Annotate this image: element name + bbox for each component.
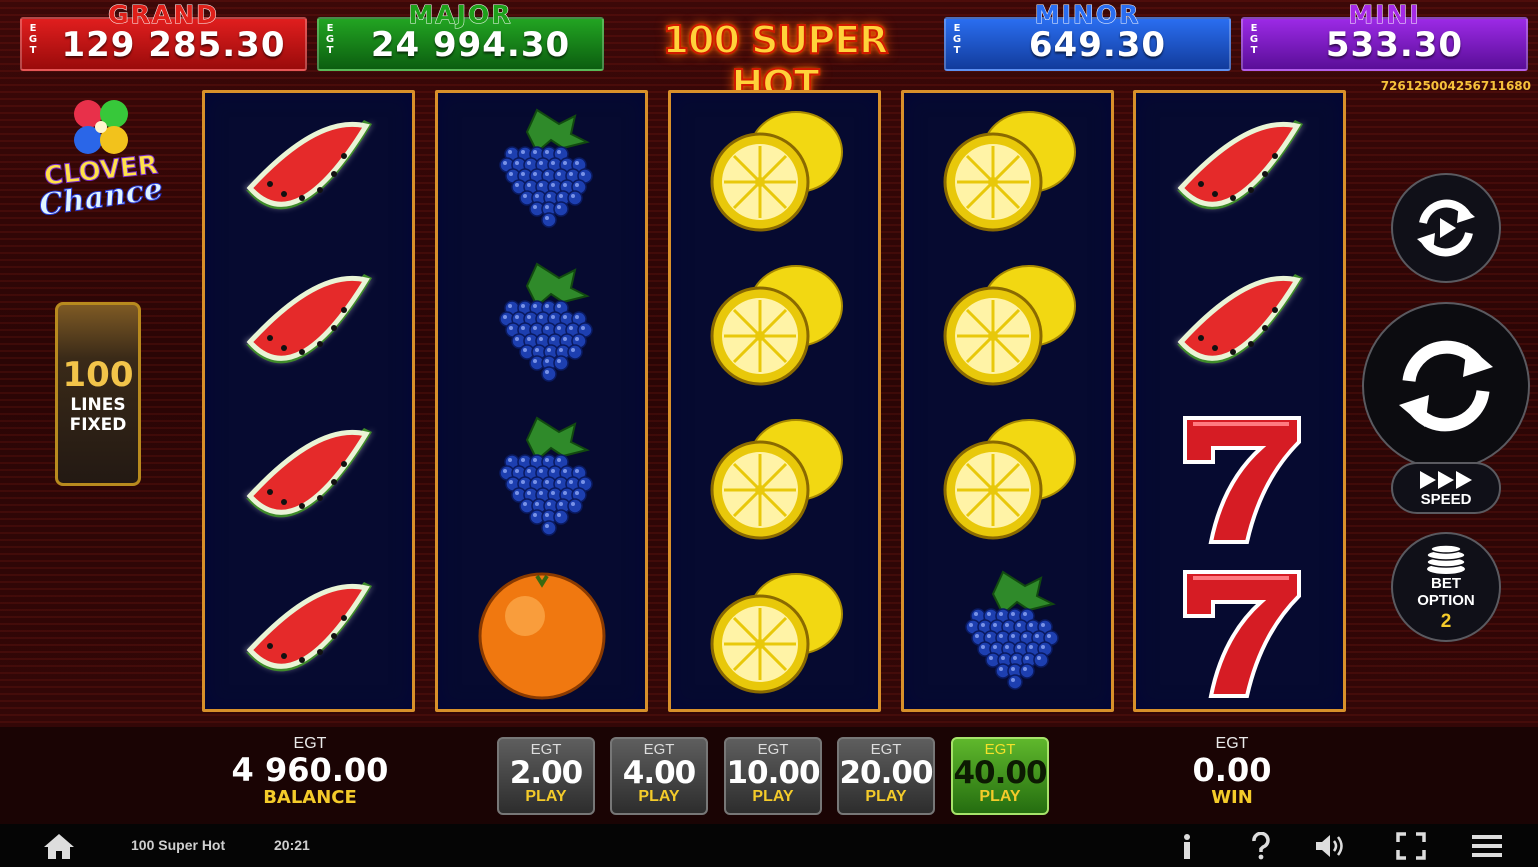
- reel-3: [668, 90, 881, 712]
- home-icon[interactable]: [42, 832, 76, 860]
- help-icon[interactable]: [1244, 832, 1278, 860]
- grapes-icon: [904, 557, 1111, 711]
- fullscreen-icon[interactable]: [1394, 832, 1428, 860]
- watermelon-icon: [1136, 95, 1343, 249]
- seven-icon: [1136, 557, 1343, 711]
- grapes-icon: [438, 95, 645, 249]
- lemon-icon: [671, 557, 878, 711]
- bet-button-5[interactable]: EGT 40.00 PLAY: [951, 737, 1049, 815]
- jackpot-major-value: 24 994.30: [370, 25, 571, 65]
- egt-logo: E G T: [325, 23, 335, 56]
- lemon-icon: [671, 403, 878, 557]
- win-label: WIN: [1211, 787, 1253, 808]
- status-time: 20:21: [274, 837, 310, 853]
- lemon-icon: [904, 249, 1111, 403]
- lines-label-1: LINES: [70, 395, 126, 415]
- speed-label: SPEED: [1420, 490, 1472, 508]
- lines-fixed-panel: 100 LINES FIXED: [55, 302, 141, 486]
- bet-option-button[interactable]: BET OPTION 2: [1391, 532, 1501, 642]
- bet-option-label-2: OPTION: [1417, 591, 1475, 609]
- balance-value: 4 960.00: [231, 751, 389, 789]
- jackpot-grand-value: 129 285.30: [61, 25, 286, 65]
- grapes-icon: [438, 403, 645, 557]
- game-title-logo: 100 SUPER HOT: [662, 17, 890, 107]
- bet-value: 4.00: [622, 755, 697, 791]
- coins-icon: [1426, 544, 1466, 574]
- status-bar: 100 Super Hot 20:21: [0, 824, 1538, 867]
- bet-value: 40.00: [953, 755, 1047, 791]
- lemon-icon: [904, 95, 1111, 249]
- watermelon-icon: [205, 403, 412, 557]
- clover-chance-logo: CLOVER Chance: [37, 96, 168, 226]
- reel-1: [202, 90, 415, 712]
- lemon-icon: [904, 403, 1111, 557]
- watermelon-icon: [1136, 249, 1343, 403]
- bet-value: 2.00: [509, 755, 584, 791]
- seven-icon: [1136, 403, 1343, 557]
- orange-icon: [438, 557, 645, 711]
- win-value: 0.00: [1192, 751, 1272, 789]
- jackpot-mini-value: 533.30: [1325, 25, 1464, 65]
- grapes-icon: [438, 249, 645, 403]
- reel-2: [435, 90, 648, 712]
- autoplay-button[interactable]: [1391, 173, 1501, 283]
- reel-5: [1133, 90, 1346, 712]
- reel-4: [901, 90, 1114, 712]
- menu-icon[interactable]: [1470, 832, 1504, 860]
- bet-button-2[interactable]: EGT 4.00 PLAY: [610, 737, 708, 815]
- info-icon[interactable]: [1170, 832, 1204, 860]
- spin-icon: [1399, 340, 1493, 432]
- game-stage: GRAND E G T 129 285.30 MAJOR E G T 24 99…: [0, 0, 1538, 727]
- bet-value: 20.00: [839, 755, 933, 791]
- jackpot-grand: GRAND E G T 129 285.30: [20, 0, 307, 71]
- sound-icon[interactable]: [1314, 832, 1348, 860]
- status-game-name: 100 Super Hot: [131, 837, 226, 853]
- serial-number: 726125004256711680: [1380, 79, 1531, 93]
- bet-option-value: 2: [1440, 610, 1452, 632]
- speed-button[interactable]: SPEED: [1391, 462, 1501, 514]
- spin-button[interactable]: [1362, 302, 1530, 470]
- bet-option-label-1: BET: [1431, 574, 1461, 592]
- balance-display: EGT 4 960.00 BALANCE: [210, 735, 410, 808]
- bet-button-4[interactable]: EGT 20.00 PLAY: [837, 737, 935, 815]
- jackpot-minor-value: 649.30: [1028, 25, 1167, 65]
- bet-value: 10.00: [726, 755, 820, 791]
- jackpot-major: MAJOR E G T 24 994.30: [317, 0, 604, 71]
- lemon-icon: [671, 249, 878, 403]
- fast-forward-icon: [1420, 470, 1472, 489]
- lines-count: 100: [62, 355, 134, 395]
- egt-logo: E G T: [1249, 23, 1259, 56]
- bet-button-3[interactable]: EGT 10.00 PLAY: [724, 737, 822, 815]
- autoplay-icon: [1417, 199, 1475, 257]
- lines-label-2: FIXED: [69, 415, 127, 435]
- watermelon-icon: [205, 95, 412, 249]
- lemon-icon: [671, 95, 878, 249]
- watermelon-icon: [205, 249, 412, 403]
- balance-label: BALANCE: [263, 787, 357, 808]
- egt-logo: E G T: [952, 23, 962, 56]
- jackpot-mini: MINI E G T 533.30: [1241, 0, 1528, 71]
- jackpot-minor: MINOR E G T 649.30: [944, 0, 1231, 71]
- watermelon-icon: [205, 557, 412, 711]
- bet-button-1[interactable]: EGT 2.00 PLAY: [497, 737, 595, 815]
- win-display: EGT 0.00 WIN: [1132, 735, 1332, 808]
- egt-logo: E G T: [28, 23, 38, 56]
